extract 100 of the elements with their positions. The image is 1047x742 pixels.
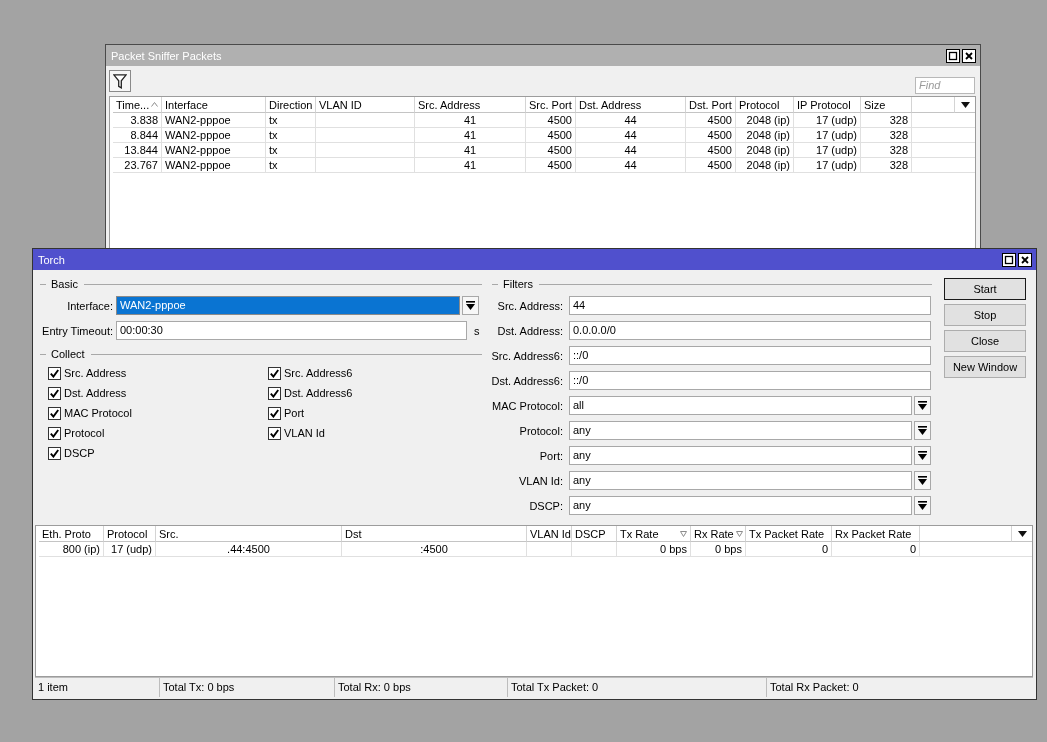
dropdown-field[interactable]: any — [569, 496, 912, 515]
text-field[interactable]: 00:00:30 — [116, 321, 467, 340]
column-header[interactable]: VLAN Id — [527, 526, 572, 542]
table-cell: 2048 (ip) — [736, 143, 794, 158]
dropdown-arrow-icon[interactable] — [960, 101, 970, 108]
dropdown-arrow-icon — [918, 426, 927, 435]
dropdown-arrow-icon — [918, 401, 927, 410]
table-cell: tx — [266, 128, 316, 143]
table-cell: WAN2-pppoe — [162, 143, 266, 158]
action-button[interactable]: Start — [944, 278, 1026, 300]
table-cell: 4500 — [526, 128, 576, 143]
table-cell: 17 (udp) — [794, 158, 861, 173]
dropdown-field[interactable]: all — [569, 396, 912, 415]
column-header[interactable]: Rx Packet Rate — [832, 526, 920, 542]
column-header[interactable]: VLAN ID — [316, 97, 415, 113]
column-header[interactable]: Tx Packet Rate — [746, 526, 832, 542]
table-cell: 800 (ip) — [39, 542, 104, 557]
column-header[interactable]: Dst. Port — [686, 97, 736, 113]
column-header[interactable]: Size — [861, 97, 912, 113]
dropdown-arrow-icon — [918, 451, 927, 460]
dropdown-field[interactable]: any — [569, 446, 912, 465]
field-label: Protocol: — [518, 424, 564, 437]
dropdown-button[interactable] — [914, 421, 931, 440]
dropdown-button[interactable] — [914, 446, 931, 465]
section-title: Filters — [503, 278, 533, 290]
column-header[interactable]: Eth. Proto — [39, 526, 104, 542]
column-header[interactable]: Rx Rate — [691, 526, 746, 542]
dropdown-button[interactable] — [914, 496, 931, 515]
close-icon[interactable] — [1018, 252, 1032, 267]
checkbox[interactable] — [48, 366, 61, 380]
action-button[interactable]: New Window — [944, 356, 1026, 378]
action-button[interactable]: Stop — [944, 304, 1026, 326]
column-header[interactable]: Src. Port — [526, 97, 576, 113]
table-cell: WAN2-pppoe — [162, 113, 266, 128]
checkbox-label[interactable]: Dst. Address — [64, 387, 127, 399]
column-header[interactable]: Tx Rate — [617, 526, 691, 542]
checkbox-label[interactable]: Port — [284, 407, 305, 419]
checkbox-label[interactable]: MAC Protocol — [64, 407, 132, 419]
checkbox[interactable] — [268, 426, 281, 440]
column-header[interactable]: Direction — [266, 97, 316, 113]
column-header[interactable]: Dst. Address — [576, 97, 686, 113]
dropdown-button[interactable] — [462, 296, 479, 315]
action-button[interactable]: Close — [944, 330, 1026, 352]
dropdown-field[interactable]: WAN2-pppoe — [116, 296, 460, 315]
checkbox-label[interactable]: DSCP — [64, 447, 95, 459]
table-cell: 4500 — [686, 143, 736, 158]
text-field[interactable]: ::/0 — [569, 346, 931, 365]
checkbox[interactable] — [268, 406, 281, 420]
checkbox-label[interactable]: Src. Address — [64, 367, 127, 379]
column-header[interactable]: Protocol — [104, 526, 156, 542]
checkbox[interactable] — [48, 426, 61, 440]
dropdown-button[interactable] — [914, 396, 931, 415]
table-cell: 4500 — [686, 158, 736, 173]
table-cell: 23.767 — [113, 158, 162, 173]
column-header — [912, 97, 955, 113]
column-header[interactable]: Dst — [342, 526, 527, 542]
text-field[interactable]: 0.0.0.0/0 — [569, 321, 931, 340]
checkbox[interactable] — [48, 386, 61, 400]
checkbox-label[interactable]: Src. Address6 — [284, 367, 353, 379]
find-field[interactable]: Find — [915, 76, 975, 94]
column-header[interactable]: Interface — [162, 97, 266, 113]
table-cell: 17 (udp) — [794, 128, 861, 143]
checkbox[interactable] — [268, 386, 281, 400]
table-cell: 17 (udp) — [794, 143, 861, 158]
checkbox-label[interactable]: VLAN Id — [284, 427, 325, 439]
text-field[interactable]: ::/0 — [569, 371, 931, 390]
dropdown-field[interactable]: any — [569, 421, 912, 440]
table-cell: 41 — [415, 128, 526, 143]
dropdown-button[interactable] — [914, 471, 931, 490]
field-label: Dst. Address: — [496, 324, 564, 337]
table-cell: tx — [266, 143, 316, 158]
checkbox[interactable] — [48, 446, 61, 460]
table-cell: 0 bps — [691, 542, 746, 557]
column-header[interactable]: IP Protocol — [794, 97, 861, 113]
table-cell: 328 — [861, 113, 912, 128]
column-header[interactable]: Src. — [156, 526, 342, 542]
table-cell: 44 — [576, 128, 686, 143]
table-cell: 41 — [415, 158, 526, 173]
table-cell: WAN2-pppoe — [162, 128, 266, 143]
checkbox-label[interactable]: Dst. Address6 — [284, 387, 353, 399]
dropdown-arrow-icon — [918, 501, 927, 510]
column-header[interactable]: DSCP — [572, 526, 617, 542]
column-header[interactable]: Time... — [113, 97, 162, 113]
checkbox[interactable] — [48, 406, 61, 420]
field-label: DSCP: — [528, 499, 564, 512]
checkbox-label[interactable]: Protocol — [64, 427, 105, 439]
filter-button[interactable] — [109, 70, 131, 92]
text-field[interactable]: 44 — [569, 296, 931, 315]
maximize-icon[interactable] — [1002, 252, 1016, 267]
status-text: Total Rx Packet: 0 — [767, 677, 1033, 697]
checkbox[interactable] — [268, 366, 281, 380]
table-cell: 44 — [576, 113, 686, 128]
table-cell: 0 — [746, 542, 832, 557]
field-label: Entry Timeout: — [41, 324, 114, 337]
dropdown-field[interactable]: any — [569, 471, 912, 490]
field-label: Port: — [538, 449, 564, 462]
column-header[interactable]: Protocol — [736, 97, 794, 113]
column-header[interactable]: Src. Address — [415, 97, 526, 113]
section-title: Collect — [51, 348, 85, 360]
dropdown-arrow-icon[interactable] — [1017, 530, 1027, 537]
